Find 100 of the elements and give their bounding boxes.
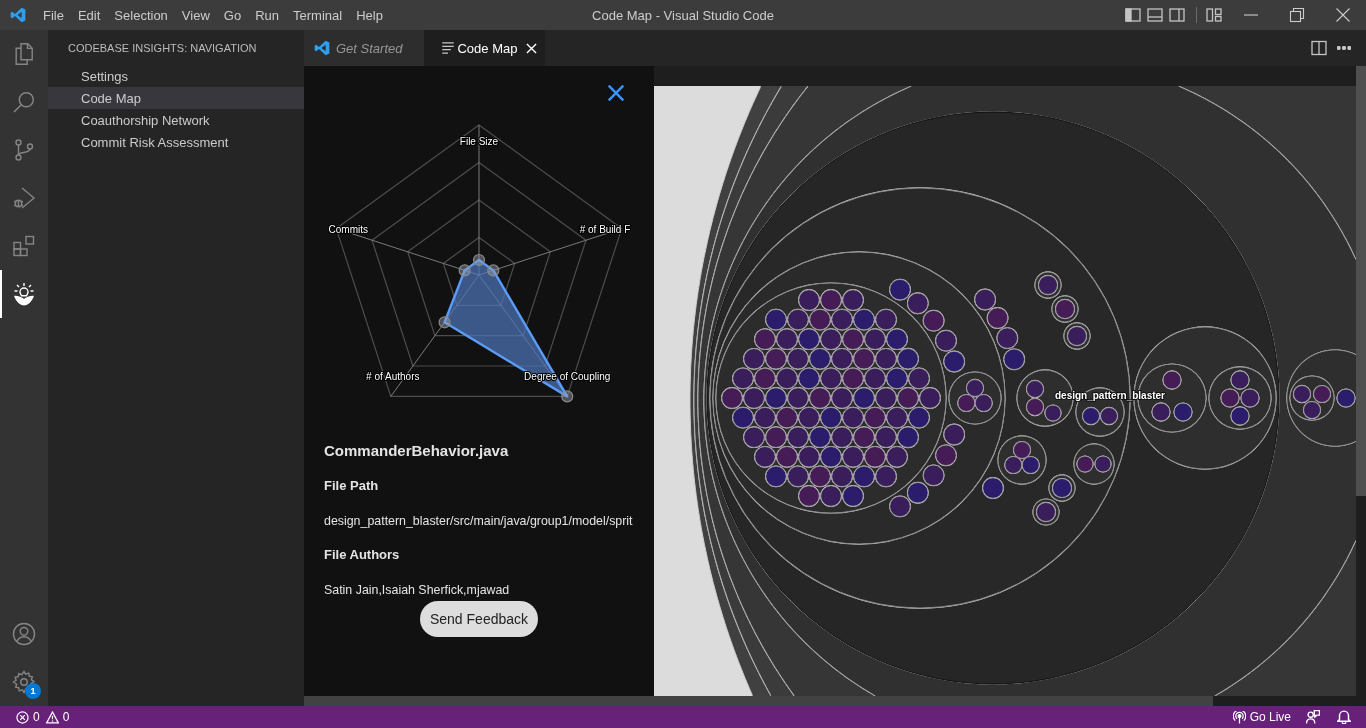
file-circle[interactable]	[732, 406, 754, 429]
split-editor-icon[interactable]	[1311, 40, 1327, 56]
sidebar-item[interactable]: Commit Risk Assessment	[48, 131, 304, 153]
file-circle[interactable]	[765, 465, 787, 488]
file-circle[interactable]	[721, 387, 743, 409]
file-circle[interactable]	[754, 328, 776, 350]
file-circle[interactable]	[1013, 441, 1031, 459]
file-circle[interactable]	[798, 406, 820, 429]
file-circle[interactable]	[886, 367, 908, 390]
file-circle[interactable]	[986, 307, 1009, 329]
file-circle[interactable]	[754, 406, 776, 429]
file-circle[interactable]	[907, 481, 929, 504]
file-circle[interactable]	[1004, 456, 1023, 474]
file-circle[interactable]	[787, 348, 809, 370]
file-circle[interactable]	[897, 426, 919, 448]
file-circle[interactable]	[820, 289, 842, 311]
file-circle[interactable]	[897, 387, 919, 409]
file-circle[interactable]	[1173, 402, 1193, 422]
file-circle[interactable]	[935, 444, 957, 467]
file-circle[interactable]	[1313, 385, 1331, 403]
file-circle[interactable]	[743, 387, 765, 409]
search-icon[interactable]	[12, 90, 36, 114]
file-circle[interactable]	[809, 426, 831, 448]
file-circle[interactable]	[1230, 370, 1250, 390]
file-circle[interactable]	[1082, 407, 1100, 425]
problems-button[interactable]: 0 0	[10, 706, 76, 728]
file-circle[interactable]	[1336, 388, 1356, 408]
scrollbar-thumb[interactable]	[1356, 66, 1366, 496]
file-circle[interactable]	[864, 367, 886, 390]
file-circle[interactable]	[831, 348, 853, 370]
file-circle[interactable]	[875, 348, 897, 370]
secondary-sidebar-icon[interactable]	[1169, 7, 1185, 23]
file-circle[interactable]	[889, 495, 911, 518]
file-circle[interactable]	[732, 367, 754, 390]
source-control-icon[interactable]	[12, 138, 36, 162]
file-circle[interactable]	[831, 426, 853, 448]
bell-icon[interactable]	[1337, 710, 1351, 724]
file-circle[interactable]	[922, 464, 945, 487]
file-circle[interactable]	[864, 446, 886, 468]
file-circle[interactable]	[842, 485, 864, 507]
file-circle[interactable]	[943, 350, 965, 373]
file-circle[interactable]	[754, 367, 776, 390]
file-circle[interactable]	[842, 367, 864, 390]
file-circle[interactable]	[889, 278, 911, 301]
file-circle[interactable]	[809, 308, 831, 331]
file-circle[interactable]	[831, 465, 853, 488]
sidebar-item[interactable]: Code Map	[48, 87, 304, 109]
account-icon[interactable]	[12, 622, 36, 646]
file-circle[interactable]	[842, 406, 864, 429]
file-circle[interactable]	[853, 426, 875, 448]
file-circle[interactable]	[886, 328, 908, 350]
file-circle[interactable]	[842, 289, 864, 311]
file-circle[interactable]	[922, 309, 945, 332]
menu-item[interactable]: File	[36, 0, 71, 30]
file-circle[interactable]	[943, 423, 965, 446]
file-circle[interactable]	[820, 328, 842, 350]
editor-tab[interactable]: Get Started	[304, 30, 425, 66]
file-circle[interactable]	[1044, 404, 1062, 422]
file-circle[interactable]	[798, 289, 820, 311]
feedback-icon[interactable]	[1306, 710, 1320, 724]
file-circle[interactable]	[1230, 406, 1250, 426]
file-circle[interactable]	[886, 406, 908, 429]
file-circle[interactable]	[1293, 385, 1311, 403]
file-circle[interactable]	[853, 308, 875, 331]
file-circle[interactable]	[974, 288, 996, 311]
file-circle[interactable]	[831, 308, 853, 331]
file-circle[interactable]	[1303, 401, 1321, 419]
editor-tab[interactable]: Code Map	[424, 30, 546, 66]
file-circle[interactable]	[842, 446, 864, 468]
file-circle[interactable]	[935, 329, 957, 352]
sidebar-item[interactable]: Coauthorship Network	[48, 109, 304, 131]
file-circle[interactable]	[907, 292, 929, 315]
sidebar-item[interactable]: Settings	[48, 65, 304, 87]
restore-icon[interactable]	[1289, 7, 1305, 23]
file-circle[interactable]	[820, 485, 842, 507]
settings-icon[interactable]	[12, 670, 36, 694]
file-circle[interactable]	[776, 406, 798, 429]
file-circle[interactable]	[996, 327, 1019, 349]
file-circle[interactable]	[864, 328, 886, 350]
file-circle[interactable]	[853, 348, 875, 370]
file-circle[interactable]	[820, 367, 842, 390]
file-circle[interactable]	[776, 446, 798, 468]
file-circle[interactable]	[787, 308, 809, 331]
lightbulb-icon[interactable]	[12, 282, 36, 306]
file-circle[interactable]	[875, 426, 897, 448]
file-circle[interactable]	[908, 406, 930, 429]
file-circle[interactable]	[765, 348, 787, 370]
menu-item[interactable]: Run	[248, 0, 286, 30]
file-circle[interactable]	[853, 465, 875, 488]
file-circle[interactable]	[842, 328, 864, 350]
file-circle[interactable]	[754, 446, 776, 468]
file-circle[interactable]	[809, 387, 831, 409]
extensions-icon[interactable]	[12, 234, 36, 258]
file-circle[interactable]	[1076, 455, 1094, 473]
menu-item[interactable]: Terminal	[286, 0, 350, 30]
file-circle[interactable]	[1151, 402, 1171, 422]
file-circle[interactable]	[897, 348, 919, 370]
file-circle[interactable]	[957, 394, 976, 412]
file-circle[interactable]	[809, 348, 831, 370]
file-circle[interactable]	[1220, 388, 1240, 408]
